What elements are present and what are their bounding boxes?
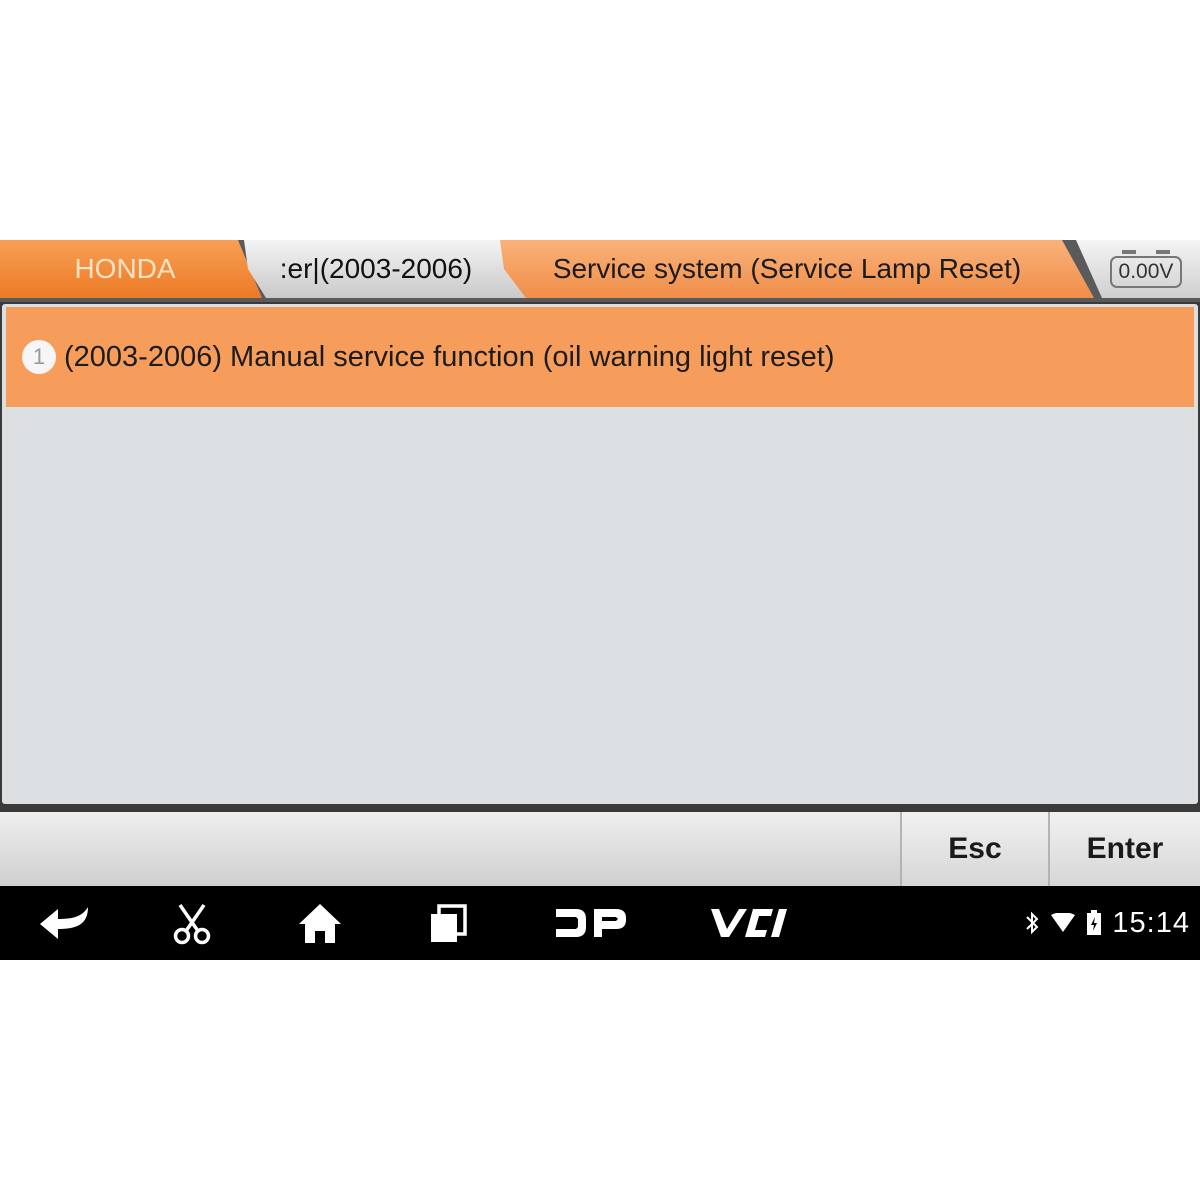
navigation-bar: 15:14 — [0, 886, 1200, 960]
enter-button[interactable]: Enter — [1048, 812, 1200, 886]
battery-voltage-icon: 0.00V — [1110, 250, 1182, 288]
vci-icon[interactable] — [700, 886, 800, 960]
bluetooth-icon — [1026, 911, 1039, 935]
item-number-badge: 1 — [22, 340, 56, 374]
breadcrumb-brand-tab[interactable]: HONDA — [0, 240, 262, 298]
breadcrumb-model-tab[interactable]: :er|(2003-2006) — [244, 240, 528, 298]
breadcrumb-brand-label: HONDA — [74, 253, 176, 284]
menu-panel: 1 (2003-2006) Manual service function (o… — [2, 304, 1198, 804]
status-area: 15:14 — [1024, 886, 1190, 960]
recent-apps-icon[interactable] — [420, 886, 476, 960]
home-icon[interactable] — [292, 886, 348, 960]
list-item[interactable]: 1 (2003-2006) Manual service function (o… — [6, 307, 1194, 407]
breadcrumb-model-label: :er|(2003-2006) — [279, 253, 473, 284]
clock-time: 15:14 — [1112, 906, 1190, 939]
function-button-bar: Esc Enter — [0, 812, 1200, 886]
item-label: (2003-2006) Manual service function (oil… — [64, 340, 835, 373]
screenshot-scissors-icon[interactable] — [160, 886, 224, 960]
wifi-icon — [1051, 913, 1076, 932]
breadcrumb: HONDA :er|(2003-2006) Service system (Se… — [0, 240, 1200, 302]
battery-icon — [1087, 910, 1102, 935]
esc-button[interactable]: Esc — [900, 812, 1048, 886]
breadcrumb-current-label: Service system (Service Lamp Reset) — [552, 253, 1022, 284]
dp-logo-icon[interactable] — [545, 886, 635, 960]
diagnostic-screen: HONDA :er|(2003-2006) Service system (Se… — [0, 240, 1200, 960]
breadcrumb-current-tab[interactable]: Service system (Service Lamp Reset) — [500, 240, 1094, 298]
back-icon[interactable] — [30, 886, 100, 960]
battery-voltage-value: 0.00V — [1118, 260, 1174, 283]
